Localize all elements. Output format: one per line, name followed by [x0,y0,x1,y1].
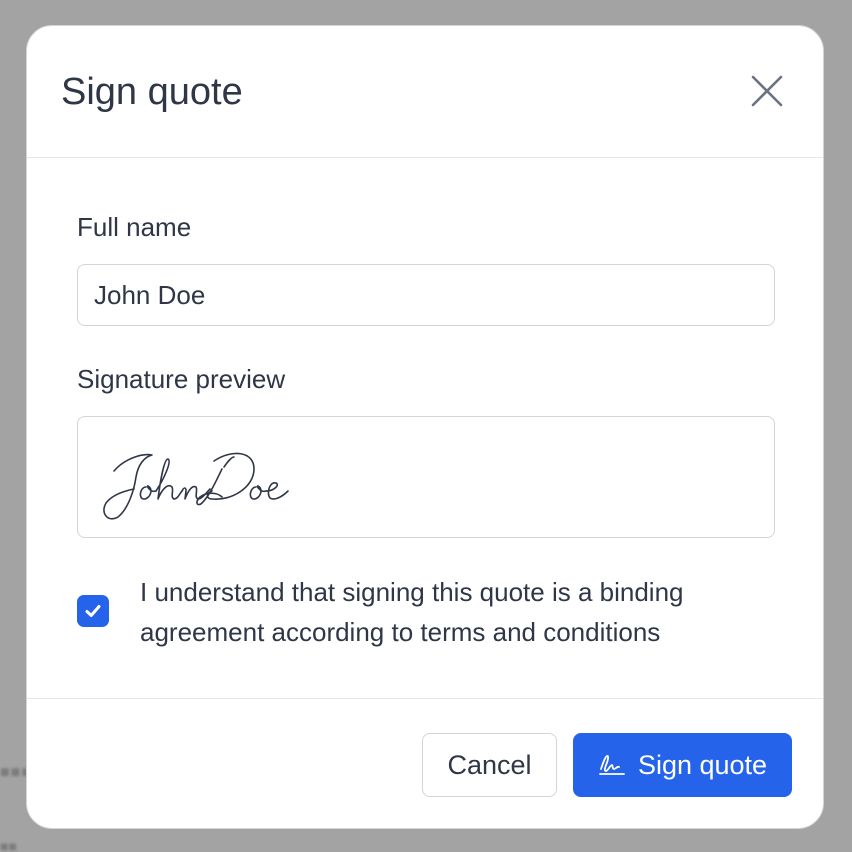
close-icon [751,75,783,107]
consent-label: I understand that signing this quote is … [140,577,684,647]
modal-title: Sign quote [61,71,243,113]
close-button[interactable] [747,71,787,111]
background-content-2: ■■ [0,838,17,852]
full-name-input[interactable] [77,264,775,326]
sign-quote-dialog: Sign quote Full name Signature preview [26,25,824,829]
full-name-label: Full name [77,212,192,242]
signature-preview-label: Signature preview [77,364,286,394]
signature-image [103,452,289,520]
signature-icon [598,753,626,777]
cancel-button-label: Cancel [447,749,532,780]
cancel-button[interactable]: Cancel [422,733,557,797]
sign-quote-button[interactable]: Sign quote [573,733,792,797]
modal-header: Sign quote [27,26,823,158]
check-icon [85,605,101,617]
sign-quote-button-label: Sign quote [637,749,768,780]
consent-checkbox[interactable] [77,595,109,627]
signature-preview [77,416,775,538]
